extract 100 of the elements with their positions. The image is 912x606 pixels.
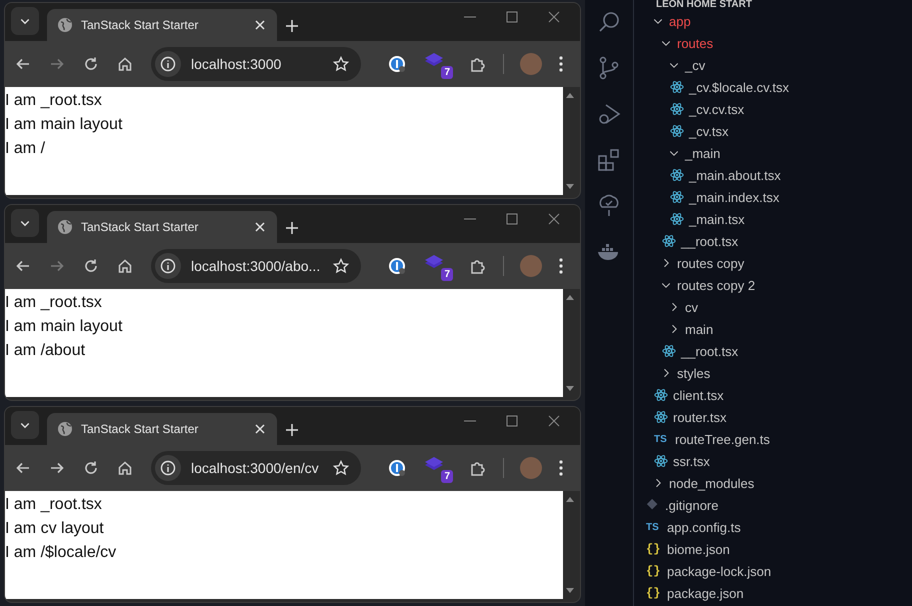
atom-icon: [662, 344, 676, 358]
browser-tab[interactable]: TanStack Start Starter: [47, 211, 277, 243]
tab-title: TanStack Start Starter: [81, 220, 200, 234]
new-tab-button[interactable]: [285, 221, 299, 235]
tab-title: TanStack Start Starter: [81, 422, 200, 436]
atom-icon: [654, 410, 668, 424]
close-window-button[interactable]: [548, 415, 560, 427]
folder-name[interactable]: main: [685, 322, 714, 336]
close-window-button[interactable]: [548, 213, 560, 225]
file-name[interactable]: router.tsx: [673, 410, 726, 424]
stack-extension-button[interactable]: 7: [423, 453, 453, 483]
back-button[interactable]: [15, 460, 31, 476]
atom-icon: [670, 124, 684, 138]
file-name[interactable]: app.config.ts: [667, 520, 741, 534]
maximize-button[interactable]: [506, 213, 518, 225]
kebab-menu-icon: [558, 258, 564, 274]
folder-name[interactable]: _main: [685, 146, 720, 160]
stack-extension-button[interactable]: 7: [423, 251, 453, 281]
close-window-button[interactable]: [548, 11, 560, 23]
address-bar[interactable]: localhost:3000/en/cv: [151, 451, 361, 485]
ts-icon: TS: [646, 522, 662, 532]
new-tab-button[interactable]: [285, 19, 299, 33]
scroll-up-icon: [565, 495, 575, 503]
file-name[interactable]: package-lock.json: [667, 564, 772, 578]
close-icon: [253, 422, 267, 436]
browser-tab[interactable]: TanStack Start Starter: [47, 413, 277, 445]
reload-button[interactable]: [83, 258, 99, 274]
braces-icon: {}: [646, 564, 662, 578]
globe-icon: [57, 17, 73, 33]
file-name[interactable]: _main.about.tsx: [689, 168, 781, 182]
folder-name[interactable]: _cv: [685, 58, 706, 72]
page-text: I am _root.tsx: [5, 91, 103, 111]
back-arrow-icon: [15, 460, 31, 476]
file-name[interactable]: ssr.tsx: [673, 454, 710, 468]
folder-name[interactable]: routes: [677, 36, 714, 50]
address-bar[interactable]: localhost:3000: [151, 47, 361, 81]
back-arrow-icon: [15, 56, 31, 72]
close-icon: [548, 11, 560, 23]
folder-name[interactable]: node_modules: [669, 476, 754, 490]
close-tab-button[interactable]: [253, 422, 267, 436]
back-button[interactable]: [15, 258, 31, 274]
file-name[interactable]: __root.tsx: [681, 344, 738, 358]
home-button[interactable]: [117, 460, 133, 476]
browser-tab[interactable]: TanStack Start Starter: [47, 9, 277, 41]
scroll-up-icon: [565, 293, 575, 301]
atom-icon: [670, 212, 684, 226]
menu-button[interactable]: [558, 460, 564, 476]
close-icon: [253, 18, 267, 32]
plus-icon: [285, 19, 299, 33]
braces-icon: {}: [646, 542, 662, 556]
folder-name[interactable]: routes copy 2: [677, 278, 756, 292]
atom-icon: [670, 80, 684, 94]
count-badge: 7: [441, 66, 453, 79]
forward-button[interactable]: [49, 460, 65, 476]
file-name[interactable]: package.json: [667, 586, 744, 600]
info-icon: [160, 460, 176, 476]
close-tab-button[interactable]: [253, 220, 267, 234]
file-name[interactable]: _cv.cv.tsx: [689, 102, 744, 116]
maximize-button[interactable]: [506, 11, 518, 23]
scroll-down-icon: [565, 587, 575, 595]
file-name[interactable]: __root.tsx: [681, 234, 738, 248]
folder-name[interactable]: cv: [685, 300, 698, 314]
menu-button[interactable]: [558, 258, 564, 274]
search-icon: [597, 10, 621, 34]
address-bar[interactable]: localhost:3000/abo...: [151, 249, 361, 283]
back-button[interactable]: [15, 56, 31, 72]
page-text: I am /: [5, 139, 46, 159]
file-name[interactable]: _main.tsx: [689, 212, 745, 226]
file-name[interactable]: _main.index.tsx: [689, 190, 780, 204]
folder-name[interactable]: styles: [677, 366, 710, 380]
stack-extension-button[interactable]: 7: [423, 49, 453, 79]
reload-icon: [83, 460, 99, 476]
close-icon: [548, 415, 560, 427]
maximize-button[interactable]: [506, 415, 518, 427]
reload-button[interactable]: [83, 460, 99, 476]
reload-icon: [83, 56, 99, 72]
file-name[interactable]: .gitignore: [665, 498, 718, 512]
menu-button[interactable]: [558, 56, 564, 72]
atom-icon: [670, 190, 684, 204]
ts-icon: TS: [654, 434, 670, 444]
file-name[interactable]: _cv.tsx: [689, 124, 728, 138]
file-name[interactable]: routeTree.gen.ts: [675, 432, 770, 446]
reload-button[interactable]: [83, 56, 99, 72]
globe-icon: [57, 421, 73, 437]
maximize-icon: [506, 415, 518, 427]
braces-icon: {}: [646, 586, 662, 600]
file-name[interactable]: client.tsx: [673, 388, 724, 402]
home-button[interactable]: [117, 258, 133, 274]
close-tab-button[interactable]: [253, 18, 267, 32]
forward-arrow-icon: [49, 460, 65, 476]
folder-name[interactable]: routes copy: [677, 256, 744, 270]
file-name[interactable]: _cv.$locale.cv.tsx: [689, 80, 789, 94]
reload-icon: [83, 258, 99, 274]
maximize-icon: [506, 11, 518, 23]
file-name[interactable]: biome.json: [667, 542, 730, 556]
folder-name[interactable]: app: [669, 14, 691, 28]
new-tab-button[interactable]: [285, 423, 299, 437]
tab-title: TanStack Start Starter: [81, 18, 200, 32]
home-button[interactable]: [117, 56, 133, 72]
count-badge: 7: [441, 268, 453, 281]
